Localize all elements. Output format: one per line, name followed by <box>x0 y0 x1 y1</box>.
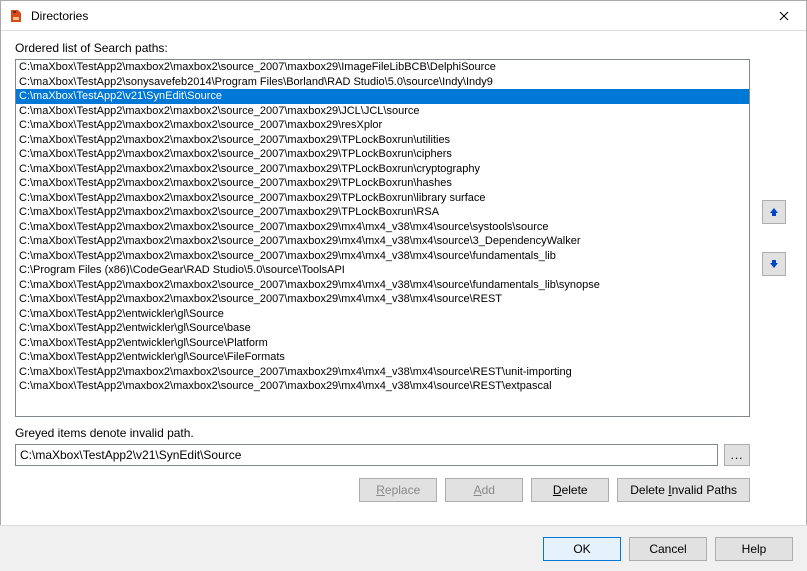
list-item[interactable]: C:\maXbox\TestApp2\entwickler\gl\Source\… <box>16 321 749 336</box>
list-item[interactable]: C:\maXbox\TestApp2\maxbox2\maxbox2\sourc… <box>16 162 749 177</box>
help-button[interactable]: Help <box>715 537 793 561</box>
list-item[interactable]: C:\maXbox\TestApp2\maxbox2\maxbox2\sourc… <box>16 365 749 380</box>
list-item[interactable]: C:\maXbox\TestApp2\maxbox2\maxbox2\sourc… <box>16 220 749 235</box>
list-item[interactable]: C:\maXbox\TestApp2\v21\SynEdit\Source <box>16 89 749 104</box>
move-down-button[interactable] <box>762 252 786 276</box>
list-item[interactable]: C:\maXbox\TestApp2\maxbox2\maxbox2\sourc… <box>16 147 749 162</box>
list-item[interactable]: C:\maXbox\TestApp2\maxbox2\maxbox2\sourc… <box>16 379 749 394</box>
list-item[interactable]: C:\maXbox\TestApp2\maxbox2\maxbox2\sourc… <box>16 234 749 249</box>
replace-button[interactable]: Replace <box>359 478 437 502</box>
cancel-button[interactable]: Cancel <box>629 537 707 561</box>
titlebar: Directories <box>1 1 806 31</box>
delete-button[interactable]: Delete <box>531 478 609 502</box>
list-item[interactable]: C:\maXbox\TestApp2\maxbox2\maxbox2\sourc… <box>16 278 749 293</box>
list-item[interactable]: C:\maXbox\TestApp2\entwickler\gl\Source\… <box>16 336 749 351</box>
list-item[interactable]: C:\maXbox\TestApp2\entwickler\gl\Source\… <box>16 350 749 365</box>
list-item[interactable]: C:\maXbox\TestApp2\maxbox2\maxbox2\sourc… <box>16 133 749 148</box>
greyed-items-label: Greyed items denote invalid path. <box>15 426 792 440</box>
window-title: Directories <box>31 9 88 23</box>
list-item[interactable]: C:\maXbox\TestApp2\maxbox2\maxbox2\sourc… <box>16 104 749 119</box>
add-button[interactable]: Add <box>445 478 523 502</box>
app-icon <box>7 7 25 25</box>
list-item[interactable]: C:\maXbox\TestApp2\maxbox2\maxbox2\sourc… <box>16 249 749 264</box>
list-item[interactable]: C:\maXbox\TestApp2\maxbox2\maxbox2\sourc… <box>16 118 749 133</box>
list-item[interactable]: C:\maXbox\TestApp2\maxbox2\maxbox2\sourc… <box>16 60 749 75</box>
list-item[interactable]: C:\maXbox\TestApp2\entwickler\gl\Source <box>16 307 749 322</box>
ordered-list-label: Ordered list of Search paths: <box>15 41 792 55</box>
list-item[interactable]: C:\maXbox\TestApp2\maxbox2\maxbox2\sourc… <box>16 205 749 220</box>
path-input[interactable] <box>15 444 718 466</box>
reorder-arrows <box>756 59 792 417</box>
close-button[interactable] <box>761 1 806 31</box>
list-item[interactable]: C:\maXbox\TestApp2\maxbox2\maxbox2\sourc… <box>16 191 749 206</box>
ok-button[interactable]: OK <box>543 537 621 561</box>
list-item[interactable]: C:\maXbox\TestApp2\maxbox2\maxbox2\sourc… <box>16 176 749 191</box>
delete-invalid-paths-button[interactable]: Delete Invalid Paths <box>617 478 750 502</box>
move-up-button[interactable] <box>762 200 786 224</box>
list-item[interactable]: C:\maXbox\TestApp2\maxbox2\maxbox2\sourc… <box>16 292 749 307</box>
search-paths-listbox[interactable]: C:\maXbox\TestApp2\maxbox2\maxbox2\sourc… <box>15 59 750 417</box>
dialog-footer: OK Cancel Help <box>0 525 807 571</box>
list-item[interactable]: C:\Program Files (x86)\CodeGear\RAD Stud… <box>16 263 749 278</box>
replace-label-rest: eplace <box>385 483 420 497</box>
list-item[interactable]: C:\maXbox\TestApp2\sonysavefeb2014\Progr… <box>16 75 749 90</box>
browse-button[interactable]: ... <box>724 444 750 466</box>
